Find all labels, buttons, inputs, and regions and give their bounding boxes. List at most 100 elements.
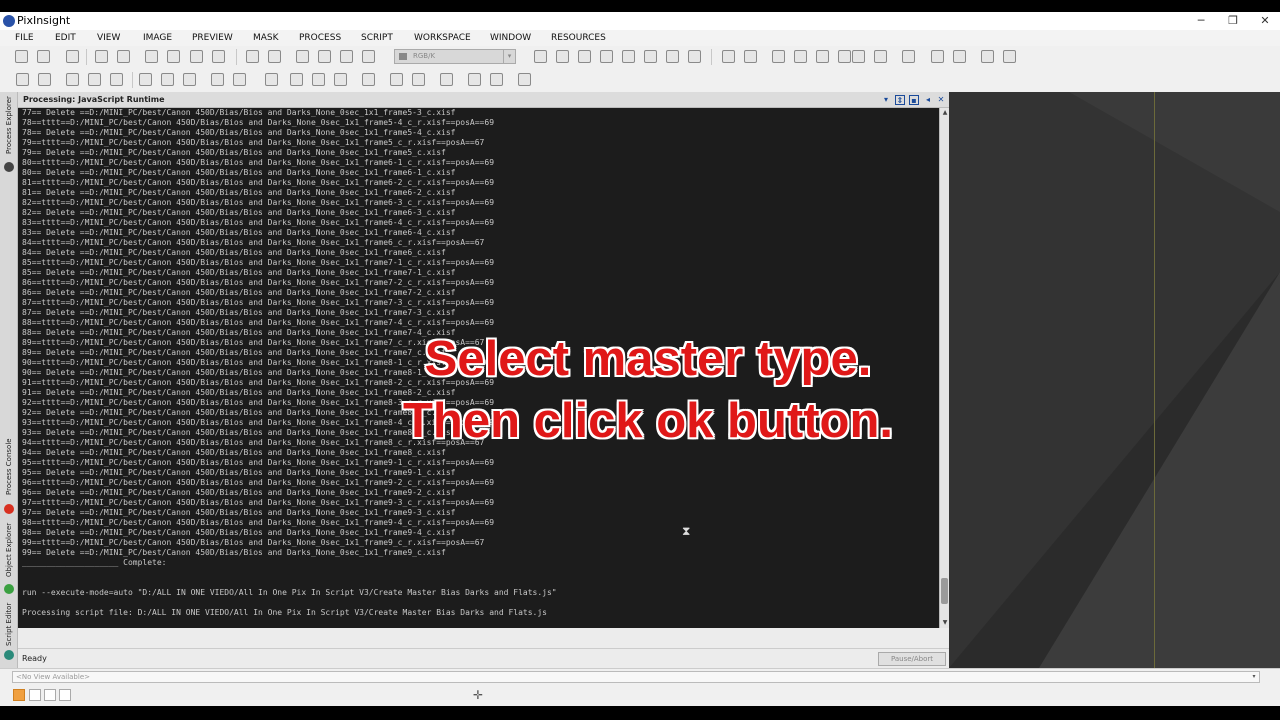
fit-view-icon[interactable]	[139, 73, 152, 86]
channel-l-icon[interactable]	[412, 73, 425, 86]
toolbar-row-1: RGB/K ▾	[0, 46, 1280, 68]
zoom-in-mode-icon[interactable]	[600, 50, 613, 63]
caption-line-1: Select master type.	[424, 332, 872, 386]
channel-chroma-icon[interactable]	[390, 73, 403, 86]
readout-icon[interactable]	[644, 50, 657, 63]
toolbar-separator	[236, 49, 237, 65]
zoom-extent-icon[interactable]	[578, 50, 591, 63]
save-icon[interactable]	[95, 50, 108, 63]
menu-preview[interactable]: PREVIEW	[192, 30, 233, 46]
duplicate-icon[interactable]	[167, 50, 180, 63]
monitor-icon[interactable]	[852, 50, 865, 63]
auto-stretch-icon[interactable]	[233, 73, 246, 86]
mask-invert-icon[interactable]	[340, 50, 353, 63]
panel-menu-icon[interactable]: ▾	[881, 95, 891, 105]
workspace-4-icon[interactable]	[981, 50, 994, 63]
script-editor-icon[interactable]	[838, 50, 851, 63]
menu-resources[interactable]: RESOURCES	[551, 30, 606, 46]
channel-red-icon[interactable]	[290, 73, 303, 86]
monitor-settings-icon[interactable]	[874, 50, 887, 63]
zoom-out-2-icon[interactable]	[110, 73, 123, 86]
preview-edit-icon[interactable]	[666, 50, 679, 63]
zoom-1-1-icon[interactable]	[66, 73, 79, 86]
menu-image[interactable]: IMAGE	[143, 30, 172, 46]
menu-process[interactable]: PROCESS	[299, 30, 341, 46]
panel-pin-icon[interactable]: ◂	[923, 95, 933, 105]
color-space-select[interactable]: RGB/K ▾	[394, 49, 516, 64]
tab-script-editor[interactable]: Script Editor	[2, 600, 16, 648]
workspace-settings-icon[interactable]	[1003, 50, 1016, 63]
zoom-in-2-icon[interactable]	[88, 73, 101, 86]
console-scrollbar[interactable]: ▲ ▼	[939, 108, 949, 628]
channel-lum-icon[interactable]	[362, 73, 375, 86]
process-explorer-icon[interactable]	[794, 50, 807, 63]
open-url-icon[interactable]	[66, 50, 79, 63]
workspace-1-button[interactable]	[13, 689, 25, 701]
script-icon	[4, 650, 14, 660]
console-line: 79==tttt==D:/MINI_PC/best/Canon 450D/Bia…	[22, 138, 485, 147]
pause-abort-button[interactable]: Pause/Abort	[878, 652, 946, 666]
channel-c-icon[interactable]	[490, 73, 503, 86]
history-icon[interactable]	[212, 50, 225, 63]
channel-h-icon[interactable]	[518, 73, 531, 86]
stf-icon[interactable]	[211, 73, 224, 86]
channel-b-icon[interactable]	[468, 73, 481, 86]
tab-object-explorer[interactable]: Object Explorer	[2, 518, 16, 582]
zoom-fit-icon[interactable]	[556, 50, 569, 63]
pointer-icon[interactable]	[688, 50, 701, 63]
console-line: 99==tttt==D:/MINI_PC/best/Canon 450D/Bia…	[22, 538, 485, 547]
workspace-4-button[interactable]	[59, 689, 71, 701]
menu-script[interactable]: SCRIPT	[361, 30, 393, 46]
menu-mask[interactable]: MASK	[253, 30, 279, 46]
properties-icon[interactable]	[190, 50, 203, 63]
fit-window-icon[interactable]	[161, 73, 174, 86]
console-line: 81== Delete ==D:/MINI_PC/best/Canon 450D…	[22, 188, 456, 197]
channel-a-icon[interactable]	[440, 73, 453, 86]
workspace-2-button[interactable]	[29, 689, 41, 701]
console-line: 96==tttt==D:/MINI_PC/best/Canon 450D/Bia…	[22, 478, 495, 487]
tab-process-console[interactable]: Process Console	[2, 432, 16, 502]
channel-blue-icon[interactable]	[334, 73, 347, 86]
move-icon[interactable]	[622, 50, 635, 63]
workspace-2-icon[interactable]	[931, 50, 944, 63]
zoom-to-fit-icon[interactable]	[183, 73, 196, 86]
channel-green-icon[interactable]	[312, 73, 325, 86]
object-icon	[4, 584, 14, 594]
menu-window[interactable]: WINDOW	[490, 30, 531, 46]
process-icon[interactable]	[772, 50, 785, 63]
maximize-icon[interactable]: ❐	[1218, 12, 1248, 30]
pan-icon[interactable]	[534, 50, 547, 63]
console-line: 81==tttt==D:/MINI_PC/best/Canon 450D/Bia…	[22, 178, 495, 187]
menu-edit[interactable]: EDIT	[55, 30, 76, 46]
redo-icon[interactable]	[268, 50, 281, 63]
close-window-icon[interactable]: ✕	[1250, 12, 1280, 30]
workspace-3-icon[interactable]	[953, 50, 966, 63]
open-icon[interactable]	[37, 50, 50, 63]
panel-close-icon[interactable]: ✕	[936, 95, 946, 105]
new-image-icon[interactable]	[15, 50, 28, 63]
panel-dock-icon[interactable]: ▪	[909, 95, 919, 105]
workspace-3-button[interactable]	[44, 689, 56, 701]
save-as-icon[interactable]	[117, 50, 130, 63]
view-selector[interactable]: <No View Available> ▾	[12, 671, 1260, 683]
minimize-icon[interactable]: ─	[1186, 12, 1216, 30]
zoom-out-icon[interactable]	[38, 73, 51, 86]
menu-view[interactable]: VIEW	[97, 30, 120, 46]
mask-select-icon[interactable]	[296, 50, 309, 63]
process-console-icon[interactable]	[816, 50, 829, 63]
panel-float-icon[interactable]: ⇕	[895, 95, 905, 105]
window-title: PixInsight	[17, 14, 71, 27]
scroll-thumb[interactable]	[941, 578, 948, 604]
tile-icon[interactable]	[722, 50, 735, 63]
channel-rgb-icon[interactable]	[265, 73, 278, 86]
menu-workspace[interactable]: WORKSPACE	[414, 30, 471, 46]
mask-show-icon[interactable]	[318, 50, 331, 63]
mask-enable-icon[interactable]	[362, 50, 375, 63]
cascade-icon[interactable]	[744, 50, 757, 63]
menu-file[interactable]: FILE	[15, 30, 34, 46]
tab-process-explorer[interactable]: Process Explorer	[2, 94, 16, 156]
workspace-1-icon[interactable]	[902, 50, 915, 63]
zoom-in-icon[interactable]	[16, 73, 29, 86]
close-image-icon[interactable]	[145, 50, 158, 63]
undo-icon[interactable]	[246, 50, 259, 63]
